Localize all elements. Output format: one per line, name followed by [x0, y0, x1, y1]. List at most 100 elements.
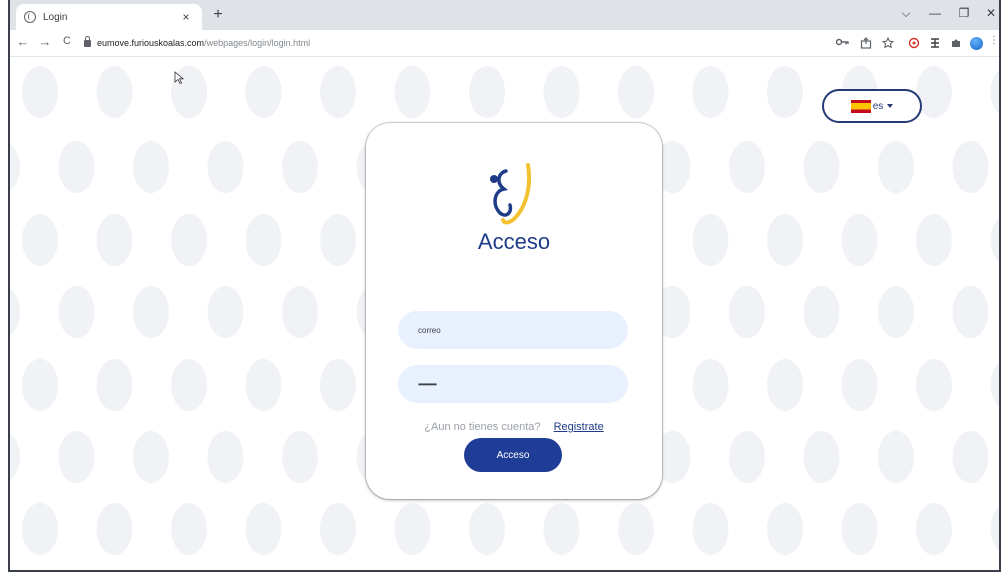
- tab-search-icon[interactable]: ⌵: [898, 6, 914, 21]
- language-selector[interactable]: es: [822, 89, 922, 123]
- language-code: es: [872, 100, 884, 112]
- background-dot: [729, 141, 765, 193]
- background-dot: [767, 66, 803, 118]
- forward-button[interactable]: →: [36, 34, 54, 49]
- restore-button[interactable]: ❐: [956, 6, 972, 20]
- background-dot: [22, 503, 58, 555]
- background-dot: [133, 286, 169, 338]
- background-dot: [282, 431, 318, 483]
- background-dot: [245, 66, 282, 118]
- globe-icon: [24, 11, 36, 23]
- background-dot: [618, 503, 654, 555]
- address-toolbar: ← → C eumove.furiouskoalas.com /webpages…: [10, 30, 999, 57]
- profile-icon[interactable]: [970, 37, 983, 50]
- background-dot: [803, 141, 840, 193]
- minimize-button[interactable]: —: [927, 6, 943, 20]
- background-dot: [320, 503, 356, 555]
- background-dot: [803, 286, 840, 338]
- background-dot: [543, 503, 580, 555]
- background-dot: [171, 503, 207, 555]
- background-dot: [841, 214, 878, 266]
- background-dot: [58, 286, 95, 338]
- background-dot: [692, 214, 729, 266]
- background-dot: [22, 214, 58, 266]
- background-dot: [58, 431, 95, 483]
- login-page: es Acceso correo •••••••••• ¿Aun no tien…: [10, 57, 999, 570]
- background-dot: [320, 214, 356, 266]
- background-dot: [990, 217, 999, 263]
- background-dot: [469, 66, 505, 118]
- background-dot: [952, 431, 989, 483]
- background-dot: [245, 503, 282, 555]
- menu-icon[interactable]: ⋮: [987, 35, 999, 46]
- browser-window: Login × + ⌵ — ❐ ✕ ← → C eumove.furiousko…: [8, 0, 1001, 572]
- background-dot: [990, 69, 999, 115]
- tab-login[interactable]: Login ×: [16, 4, 202, 30]
- background-dot: [692, 359, 729, 411]
- login-submit-button[interactable]: Acceso: [464, 438, 562, 472]
- background-dot: [207, 286, 244, 338]
- register-link[interactable]: Registrate: [554, 421, 604, 433]
- background-dot: [10, 288, 20, 336]
- background-dot: [841, 359, 878, 411]
- new-tab-button[interactable]: +: [208, 6, 228, 24]
- close-window-button[interactable]: ✕: [983, 6, 999, 20]
- background-dot: [394, 503, 431, 555]
- background-dot: [990, 506, 999, 552]
- lock-icon[interactable]: [84, 35, 91, 47]
- background-dot: [878, 286, 914, 338]
- extension-a-icon[interactable]: [907, 37, 921, 49]
- star-icon[interactable]: [881, 37, 895, 49]
- background-dot: [96, 503, 133, 555]
- background-dot: [729, 286, 765, 338]
- background-dot: [952, 141, 989, 193]
- background-dot: [729, 431, 765, 483]
- background-dot: [841, 503, 878, 555]
- back-button[interactable]: ←: [14, 34, 32, 49]
- reload-button[interactable]: C: [58, 35, 76, 47]
- background-dot: [10, 143, 20, 191]
- address-bar[interactable]: eumove.furiouskoalas.com /webpages/login…: [84, 34, 834, 52]
- spain-flag-icon: [850, 99, 871, 113]
- signup-question: ¿Aun no tienes cuenta?: [424, 421, 541, 433]
- extension-b-icon[interactable]: [928, 37, 942, 49]
- password-field[interactable]: ••••••••••: [398, 365, 628, 403]
- background-dot: [282, 286, 318, 338]
- background-dot: [22, 359, 58, 411]
- background-dot: [207, 431, 244, 483]
- background-dot: [171, 214, 207, 266]
- puzzle-icon[interactable]: [949, 37, 963, 49]
- background-dot: [320, 66, 356, 118]
- background-dot: [916, 503, 952, 555]
- background-dot: [692, 66, 729, 118]
- background-dot: [767, 503, 803, 555]
- mouse-cursor-icon: [174, 71, 184, 85]
- background-dot: [22, 66, 58, 118]
- key-icon[interactable]: [836, 37, 850, 47]
- signup-row: ¿Aun no tienes cuenta? Registrate: [366, 421, 662, 433]
- background-dot: [245, 359, 282, 411]
- background-dot: [543, 66, 580, 118]
- background-dot: [245, 214, 282, 266]
- background-dot: [469, 503, 505, 555]
- background-dot: [767, 214, 803, 266]
- email-field[interactable]: correo: [398, 311, 628, 349]
- close-tab-icon[interactable]: ×: [178, 10, 194, 24]
- eumove-logo-icon: [490, 163, 532, 225]
- tab-title: Login: [43, 11, 68, 23]
- background-dot: [618, 66, 654, 118]
- background-dot: [171, 359, 207, 411]
- caret-down-icon: [887, 104, 894, 108]
- page-title: Acceso: [477, 229, 551, 254]
- url-host: eumove.furiouskoalas.com: [97, 38, 205, 48]
- background-dot: [878, 431, 914, 483]
- background-dot: [320, 359, 356, 411]
- background-dot: [10, 433, 20, 481]
- background-dot: [282, 141, 318, 193]
- background-dot: [692, 503, 729, 555]
- background-dot: [767, 359, 803, 411]
- background-dot: [133, 141, 169, 193]
- share-icon[interactable]: [859, 37, 873, 49]
- login-card: Acceso correo •••••••••• ¿Aun no tienes …: [366, 123, 662, 499]
- background-dot: [58, 141, 95, 193]
